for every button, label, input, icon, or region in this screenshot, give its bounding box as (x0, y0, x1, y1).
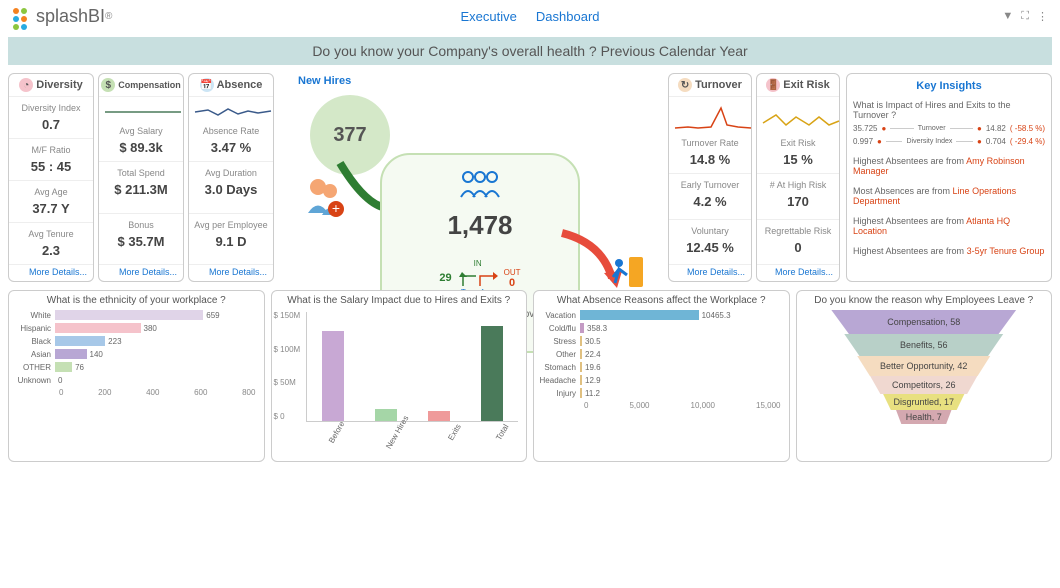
nav: Executive Dashboard (452, 9, 607, 24)
sparkline (103, 103, 183, 121)
kpi-diversity: ◔Diversity Diversity Index0.7 M/F Ratio5… (8, 73, 94, 282)
more-details-link[interactable]: More Details... (9, 265, 93, 281)
turnover-icon: ↻ (678, 78, 692, 92)
bar-row: OTHER76 (13, 362, 260, 372)
bar-col (322, 331, 344, 421)
kpi-exit-risk: 🚪Exit Risk Exit Risk15 % # At High Risk1… (756, 73, 840, 282)
bar-col (375, 409, 397, 421)
logo: splashBI® (12, 6, 112, 27)
center-flow: New Hires 377 + 1,478 29 INTransfers OUT… (280, 73, 662, 282)
sparkline (193, 103, 273, 121)
bar-row: Hispanic380 (13, 323, 260, 333)
nav-executive[interactable]: Executive (460, 9, 516, 24)
transfers-icon (458, 268, 498, 288)
nav-dashboard[interactable]: Dashboard (536, 9, 600, 24)
bar-col (428, 411, 450, 421)
expand-icon[interactable]: ⛶ (1021, 10, 1029, 23)
menu-icon[interactable]: ⋮ (1037, 10, 1048, 23)
chart-absence-reasons: What Absence Reasons affect the Workplac… (533, 290, 790, 462)
funnel-seg: Compensation, 58 (814, 310, 1034, 334)
banner: Do you know your Company's overall healt… (8, 37, 1052, 65)
bar-row: Asian140 (13, 349, 260, 359)
headcount-value: 1,478 (382, 210, 578, 241)
bar-row: Injury11.2 (538, 388, 785, 398)
bar-row: Black223 (13, 336, 260, 346)
kpi-turnover: ↻Turnover Turnover Rate14.8 % Early Turn… (668, 73, 752, 282)
sparkline (761, 103, 841, 133)
new-hires-title: New Hires (298, 75, 351, 87)
kpi-absence: 📅Absence Absence Rate3.47 % Avg Duration… (188, 73, 274, 282)
funnel-seg: Competitors, 26 (860, 376, 988, 394)
filter-icon[interactable]: ▼ (1002, 10, 1013, 23)
funnel-seg: Disgruntled, 17 (875, 394, 972, 410)
bar-row: Cold/flu358.3 (538, 323, 785, 333)
more-details-link[interactable]: More Details... (189, 265, 273, 281)
header: splashBI® Executive Dashboard ▼ ⛶ ⋮ (0, 0, 1060, 33)
exit-icon: 🚪 (766, 78, 780, 92)
chart-salary-impact: What is the Salary Impact due to Hires a… (271, 290, 528, 462)
money-icon: $ (101, 78, 115, 92)
key-insights: Key Insights What is Impact of Hires and… (846, 73, 1052, 282)
bar-row: Vacation10465.3 (538, 310, 785, 320)
logo-text: splashBI (36, 6, 105, 27)
more-details-link[interactable]: More Details... (757, 265, 839, 281)
funnel-seg: Better Opportunity, 42 (845, 356, 1003, 376)
bar-row: Other22.4 (538, 349, 785, 359)
bar-row: Stomach19.6 (538, 362, 785, 372)
kpi-compensation: $Compensation Avg Salary$ 89.3k Total Sp… (98, 73, 184, 282)
headcount-icon (455, 167, 505, 207)
chart-ethnicity: What is the ethnicity of your workplace … (8, 290, 265, 462)
bar-row: Headache12.9 (538, 375, 785, 385)
bar-row: Stress30.5 (538, 336, 785, 346)
more-details-link[interactable]: More Details... (669, 265, 751, 281)
exit-door-icon (607, 253, 647, 293)
funnel-seg: Health, 7 (891, 410, 957, 424)
chart-leave-reasons: Do you know the reason why Employees Lea… (796, 290, 1053, 462)
diversity-icon: ◔ (19, 78, 33, 92)
funnel-seg: Benefits, 56 (829, 334, 1018, 356)
bar-row: Unknown0 (13, 375, 260, 385)
bar-row: White659 (13, 310, 260, 320)
more-details-link[interactable]: More Details... (99, 265, 183, 281)
calendar-icon: 📅 (200, 78, 214, 92)
bar-col (481, 326, 503, 421)
sparkline (673, 103, 753, 133)
